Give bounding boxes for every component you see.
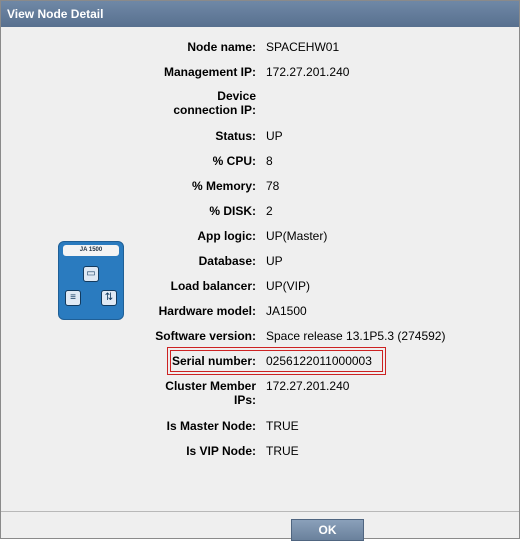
field-value: 172.27.201.240 <box>266 65 350 79</box>
field-value: TRUE <box>266 419 299 433</box>
dialog-title: View Node Detail <box>1 1 519 27</box>
field-value: TRUE <box>266 444 299 458</box>
field-value: JA1500 <box>266 304 307 318</box>
field-label: Load balancer: <box>170 279 256 293</box>
monitor-icon: ▭ <box>83 266 99 282</box>
field-label: Is VIP Node: <box>186 444 256 458</box>
field-label-line1: Device <box>217 89 256 103</box>
field-value: UP(Master) <box>266 229 328 243</box>
field-value: UP <box>266 254 283 268</box>
server-icon: ≡ <box>65 290 81 306</box>
field-label: Node name: <box>187 40 256 54</box>
field-value: UP(VIP) <box>266 279 311 293</box>
field-value: 8 <box>266 154 273 168</box>
field-label: % DISK: <box>209 204 256 218</box>
field-label: % CPU: <box>212 154 256 168</box>
field-value: 2 <box>266 204 273 218</box>
field-label-line2: IPs: <box>233 393 256 407</box>
field-label: Is Master Node: <box>166 419 256 433</box>
field-label: Device connection IP: <box>106 89 256 117</box>
field-label: Management IP: <box>163 65 256 79</box>
field-label-line1: Cluster Member <box>165 379 256 393</box>
field-label: Cluster Member IPs: <box>106 379 256 407</box>
field-label: Software version: <box>155 329 256 343</box>
field-label: App logic: <box>197 229 256 243</box>
field-value: 172.27.201.240 <box>266 379 350 393</box>
field-value: Space release 13.1P5.3 (274592) <box>266 329 446 343</box>
field-label-line2: connection IP: <box>173 103 256 117</box>
dialog-content: JA 1500 ▭ ≡ ⇅ Node name: SPACEHW01 Manag… <box>1 27 519 511</box>
field-label: Hardware model: <box>158 304 256 318</box>
footer-divider <box>1 511 519 512</box>
field-value: SPACEHW01 <box>266 40 340 54</box>
field-label: % Memory: <box>191 179 256 193</box>
field-label: Serial number: <box>171 354 256 368</box>
field-value: 78 <box>266 179 280 193</box>
node-detail-dialog: View Node Detail JA 1500 ▭ ≡ ⇅ Node name… <box>0 0 520 539</box>
field-label: Status: <box>215 129 256 143</box>
field-value: UP <box>266 129 283 143</box>
field-value: 0256122011000003 <box>266 354 372 368</box>
ok-button[interactable]: OK <box>291 519 364 541</box>
field-label: Database: <box>198 254 256 268</box>
